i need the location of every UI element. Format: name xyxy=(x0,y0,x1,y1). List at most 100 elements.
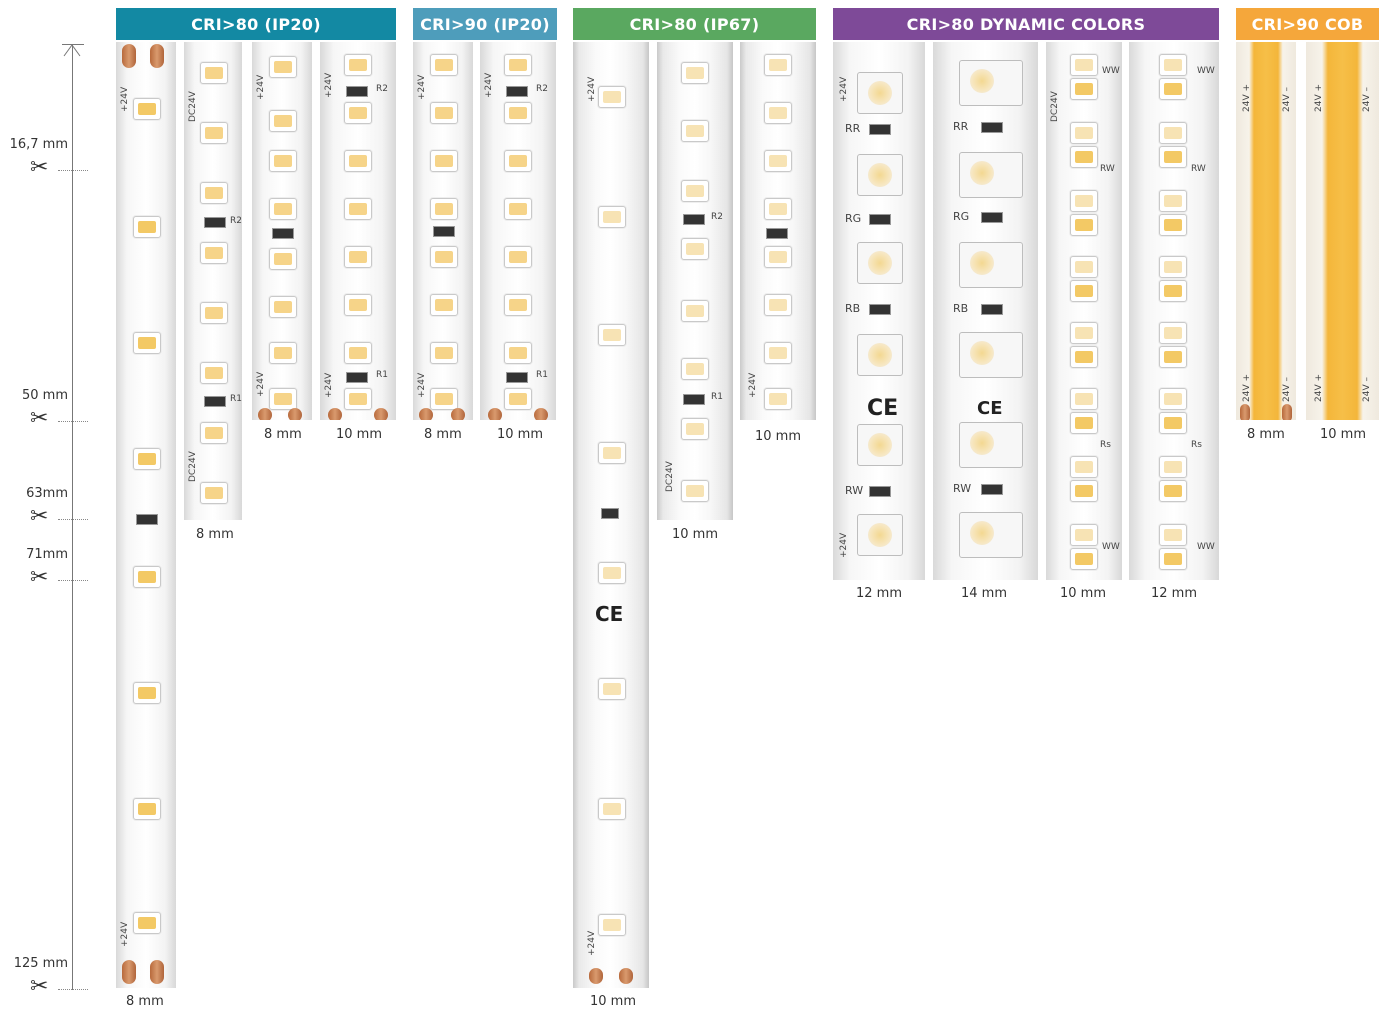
led-chip xyxy=(133,448,161,470)
resistor xyxy=(346,372,368,383)
led-chip xyxy=(430,54,458,76)
resistor-label: RG xyxy=(845,212,862,225)
category-cri80-dynamic: CRI>80 DYNAMIC COLORS xyxy=(833,8,1219,40)
led-chip xyxy=(504,150,532,172)
ce-mark: CE xyxy=(977,398,1003,419)
strip-width-label: 8 mm xyxy=(1247,427,1285,442)
led-chip xyxy=(1070,214,1098,236)
resistor xyxy=(683,214,705,225)
strip-width-label: 10 mm xyxy=(590,994,637,1009)
solder-pad xyxy=(328,408,342,420)
rgbw-led-chip xyxy=(857,334,903,376)
led-chip xyxy=(1159,480,1187,502)
voltage-label: 24V + xyxy=(1314,373,1324,402)
solder-pad xyxy=(1240,404,1250,420)
led-chip xyxy=(681,180,709,202)
strip-width-label: 10 mm xyxy=(1060,586,1107,601)
led-chip xyxy=(200,242,228,264)
led-chip xyxy=(1159,146,1187,168)
led-strip-ip20-cri80-c: +24V +24V xyxy=(252,42,312,420)
led-chip xyxy=(681,300,709,322)
voltage-label: 24V + xyxy=(1314,83,1324,112)
solder-pad xyxy=(534,408,548,420)
led-chip xyxy=(430,342,458,364)
cob-strip-10mm: 24V + 24V – 24V + 24V – xyxy=(1306,42,1379,420)
voltage-label: DC24V xyxy=(188,91,198,122)
solder-pad xyxy=(451,408,465,420)
led-chip xyxy=(344,388,372,410)
resistor xyxy=(869,124,891,135)
resistor-label: Rs xyxy=(1100,440,1111,450)
led-chip xyxy=(681,238,709,260)
led-chip xyxy=(598,442,626,464)
led-chip xyxy=(1159,78,1187,100)
led-chip xyxy=(1070,190,1098,212)
ce-mark: CE xyxy=(595,602,624,626)
solder-pad xyxy=(288,408,302,420)
led-chip xyxy=(1070,280,1098,302)
led-chip xyxy=(133,216,161,238)
led-chip xyxy=(269,198,297,220)
voltage-label: +24V xyxy=(324,72,334,98)
resistor xyxy=(683,394,705,405)
scissors-icon: ✂ xyxy=(30,565,49,590)
led-chip xyxy=(1159,54,1187,76)
resistor xyxy=(272,228,294,239)
strip-width-label: 8 mm xyxy=(196,527,234,542)
led-strip-ip20-cri80-long: +24V +24V xyxy=(116,42,176,988)
led-chip xyxy=(598,798,626,820)
led-strip-ip67-c: +24V xyxy=(740,42,816,420)
led-chip xyxy=(133,332,161,354)
resistor xyxy=(981,304,1003,315)
led-chip xyxy=(269,248,297,270)
channel-label: WW xyxy=(1197,66,1215,76)
resistor-label: Rs xyxy=(1191,440,1202,450)
led-strip-tunable-white-12mm: WW RW Rs WW xyxy=(1129,42,1219,580)
strip-width-label: 10 mm xyxy=(672,527,719,542)
resistor xyxy=(766,228,788,239)
led-chip xyxy=(430,388,458,410)
scissors-icon: ✂ xyxy=(30,406,49,431)
led-chip xyxy=(1159,388,1187,410)
led-strip-rgbw-12mm: +24V RR RG RB CE RW +24V xyxy=(833,42,925,580)
led-chip xyxy=(344,54,372,76)
category-cri80-ip20: CRI>80 (IP20) xyxy=(116,8,396,40)
voltage-label: +24V xyxy=(417,372,427,398)
led-strip-ip20-cri90-a: +24V +24V xyxy=(413,42,473,420)
led-chip xyxy=(1159,412,1187,434)
led-chip xyxy=(1070,524,1098,546)
led-chip xyxy=(1070,388,1098,410)
voltage-label: +24V xyxy=(587,930,597,956)
ruler-mark-label: 63mm xyxy=(26,486,68,501)
rgbw-led-chip xyxy=(959,60,1023,106)
resistor xyxy=(433,226,455,237)
resistor xyxy=(204,396,226,407)
led-chip xyxy=(504,246,532,268)
voltage-label: +24V xyxy=(587,76,597,102)
rgbw-led-chip xyxy=(857,514,903,556)
led-chip xyxy=(1070,548,1098,570)
led-chip xyxy=(764,342,792,364)
voltage-label: +24V xyxy=(324,372,334,398)
led-chip xyxy=(681,62,709,84)
rgbw-led-chip xyxy=(959,332,1023,378)
led-chip xyxy=(344,102,372,124)
led-chip xyxy=(504,54,532,76)
led-chip xyxy=(1070,480,1098,502)
led-chip xyxy=(764,198,792,220)
led-chip xyxy=(1159,214,1187,236)
resistor-label: RG xyxy=(953,210,970,223)
solder-pad xyxy=(619,968,633,984)
cut-line xyxy=(58,421,88,422)
strip-width-label: 10 mm xyxy=(1320,427,1367,442)
scissors-icon: ✂ xyxy=(30,155,49,180)
led-chip xyxy=(598,324,626,346)
led-chip xyxy=(1070,346,1098,368)
resistor xyxy=(981,212,1003,223)
voltage-label: 24V – xyxy=(1282,87,1292,112)
resistor xyxy=(869,304,891,315)
led-chip xyxy=(764,54,792,76)
voltage-label: +24V xyxy=(256,74,266,100)
rgbw-led-chip xyxy=(857,72,903,114)
voltage-label: +24V xyxy=(120,86,130,112)
